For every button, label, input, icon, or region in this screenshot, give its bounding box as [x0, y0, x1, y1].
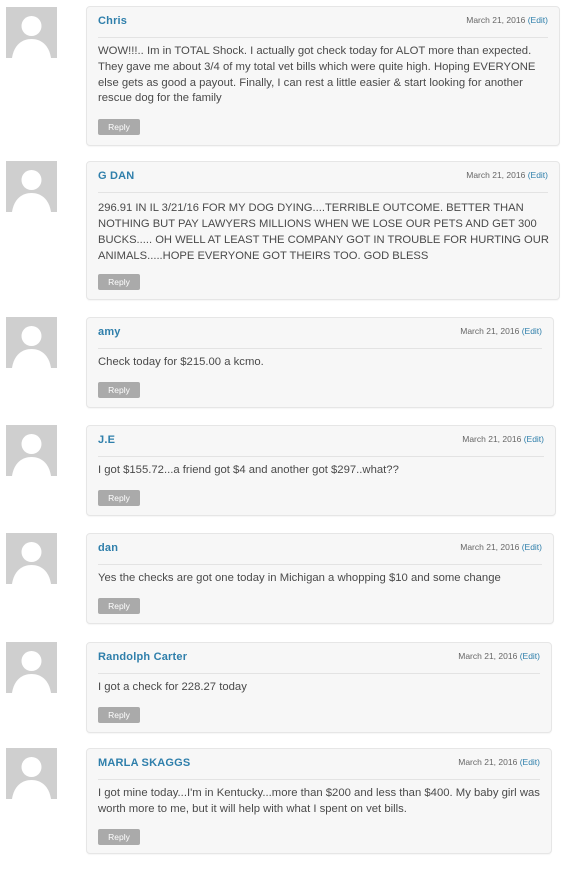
- comment-text: I got mine today...I'm in Kentucky...mor…: [98, 787, 540, 815]
- edit-link[interactable]: (Edit): [524, 434, 544, 444]
- edit-link[interactable]: (Edit): [520, 757, 540, 767]
- comment-text: Yes the checks are got one today in Mich…: [98, 572, 501, 584]
- comment-box: MARLA SKAGGS March 21, 2016 (Edit) I got…: [86, 748, 552, 854]
- default-avatar-icon: [12, 170, 51, 212]
- default-avatar-icon: [12, 434, 51, 476]
- comment-date[interactable]: March 21, 2016: [466, 170, 525, 180]
- comment-box: Chris March 21, 2016 (Edit) WOW!!!.. Im …: [86, 6, 560, 146]
- comment-text: I got $155.72...a friend got $4 and anot…: [98, 464, 399, 476]
- comment-date[interactable]: March 21, 2016: [466, 15, 525, 25]
- avatar: [6, 748, 57, 799]
- comment-meta: March 21, 2016 (Edit): [466, 170, 548, 180]
- comment-header: Chris March 21, 2016 (Edit): [98, 7, 548, 38]
- reply-button[interactable]: Reply: [98, 274, 140, 290]
- comment-date[interactable]: March 21, 2016: [462, 434, 521, 444]
- comment-author[interactable]: J.E: [98, 434, 115, 446]
- comment-meta: March 21, 2016 (Edit): [458, 757, 540, 767]
- comment-date[interactable]: March 21, 2016: [460, 542, 519, 552]
- reply-button[interactable]: Reply: [98, 707, 140, 723]
- default-avatar-icon: [12, 326, 51, 368]
- comment-meta: March 21, 2016 (Edit): [466, 15, 548, 25]
- comment-box: J.E March 21, 2016 (Edit) I got $155.72.…: [86, 425, 556, 516]
- comment-author[interactable]: dan: [98, 542, 118, 554]
- comment-date[interactable]: March 21, 2016: [460, 326, 519, 336]
- comment-meta: March 21, 2016 (Edit): [462, 434, 544, 444]
- comment-author[interactable]: Randolph Carter: [98, 651, 187, 663]
- avatar: [6, 533, 57, 584]
- comment-text: 296.91 IN IL 3/21/16 FOR MY DOG DYING...…: [98, 202, 549, 262]
- comment-header: J.E March 21, 2016 (Edit): [98, 426, 544, 457]
- edit-link[interactable]: (Edit): [528, 170, 548, 180]
- default-avatar-icon: [12, 542, 51, 584]
- default-avatar-icon: [12, 16, 51, 58]
- comment-header: amy March 21, 2016 (Edit): [98, 318, 542, 349]
- edit-link[interactable]: (Edit): [522, 326, 542, 336]
- avatar: [6, 425, 57, 476]
- edit-link[interactable]: (Edit): [528, 15, 548, 25]
- comment-text: WOW!!!.. Im in TOTAL Shock. I actually g…: [98, 45, 536, 105]
- reply-button[interactable]: Reply: [98, 382, 140, 398]
- comment-meta: March 21, 2016 (Edit): [458, 651, 540, 661]
- avatar: [6, 7, 57, 58]
- comment-text: I got a check for 228.27 today: [98, 681, 247, 693]
- reply-button[interactable]: Reply: [98, 119, 140, 135]
- comment-box: dan March 21, 2016 (Edit) Yes the checks…: [86, 533, 554, 624]
- comment-author[interactable]: amy: [98, 326, 121, 338]
- edit-link[interactable]: (Edit): [520, 651, 540, 661]
- reply-button[interactable]: Reply: [98, 829, 140, 845]
- comment-header: G DAN March 21, 2016 (Edit): [98, 162, 548, 193]
- comment-box: G DAN March 21, 2016 (Edit) 296.91 IN IL…: [86, 161, 560, 300]
- comment-meta: March 21, 2016 (Edit): [460, 326, 542, 336]
- comment-meta: March 21, 2016 (Edit): [460, 542, 542, 552]
- comment-author[interactable]: Chris: [98, 15, 127, 27]
- comment-text: Check today for $215.00 a kcmo.: [98, 356, 264, 368]
- avatar: [6, 642, 57, 693]
- comment-header: dan March 21, 2016 (Edit): [98, 534, 542, 565]
- avatar: [6, 317, 57, 368]
- comment-date[interactable]: March 21, 2016: [458, 757, 517, 767]
- comment-box: Randolph Carter March 21, 2016 (Edit) I …: [86, 642, 552, 733]
- comment-box: amy March 21, 2016 (Edit) Check today fo…: [86, 317, 554, 408]
- default-avatar-icon: [12, 651, 51, 693]
- comment-header: MARLA SKAGGS March 21, 2016 (Edit): [98, 749, 540, 780]
- comment-author[interactable]: MARLA SKAGGS: [98, 757, 190, 769]
- edit-link[interactable]: (Edit): [522, 542, 542, 552]
- avatar: [6, 161, 57, 212]
- comment-date[interactable]: March 21, 2016: [458, 651, 517, 661]
- comment-author[interactable]: G DAN: [98, 170, 134, 182]
- reply-button[interactable]: Reply: [98, 490, 140, 506]
- reply-button[interactable]: Reply: [98, 598, 140, 614]
- comment-header: Randolph Carter March 21, 2016 (Edit): [98, 643, 540, 674]
- default-avatar-icon: [12, 757, 51, 799]
